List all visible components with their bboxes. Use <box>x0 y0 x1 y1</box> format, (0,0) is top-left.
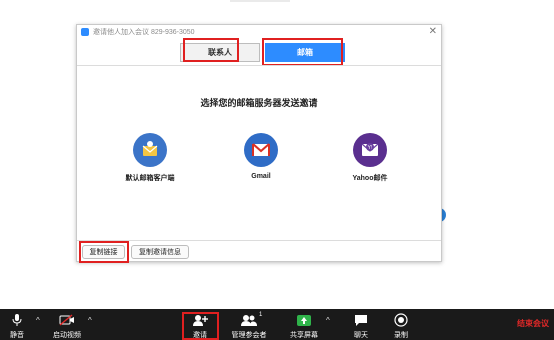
start-video-button[interactable]: 启动视频 <box>47 309 87 340</box>
chat-icon <box>355 314 367 326</box>
record-icon <box>394 313 408 327</box>
dialog-titlebar: 邀请他人加入会议 829-936-3050 ✕ <box>77 25 441 39</box>
svg-text:Y!: Y! <box>368 145 373 151</box>
footer-divider <box>77 240 441 241</box>
invite-dialog: 邀请他人加入会议 829-936-3050 ✕ 联系人 邮箱 选择您的邮箱服务器… <box>76 24 442 263</box>
share-screen-icon <box>297 314 311 326</box>
service-default-mail-label: 默认邮箱客户端 <box>125 175 175 182</box>
share-options-caret[interactable]: ^ <box>326 316 330 325</box>
tab-divider <box>77 65 441 66</box>
highlight-box-copy-link <box>79 241 129 263</box>
highlight-box-contacts <box>183 38 239 62</box>
chat-button[interactable]: 聊天 <box>346 309 376 340</box>
video-off-icon <box>59 314 74 326</box>
background-stripe <box>230 0 290 2</box>
service-default-mail[interactable]: 默认邮箱客户端 <box>110 133 190 183</box>
select-mail-heading: 选择您的邮箱服务器发送邀请 <box>200 98 318 108</box>
share-screen-button[interactable]: 共享屏幕 <box>286 309 322 340</box>
gmail-icon <box>244 133 278 167</box>
mute-options-caret[interactable]: ^ <box>36 316 40 325</box>
highlight-box-email <box>262 38 343 66</box>
zoom-app-icon <box>81 28 89 36</box>
end-meeting-button[interactable]: 结束会议 <box>517 318 549 329</box>
copy-invite-button[interactable]: 复制邀请信息 <box>131 245 189 259</box>
manage-participants-button[interactable]: 管理参会者 <box>228 309 270 340</box>
default-mail-icon <box>133 133 167 167</box>
dialog-title: 邀请他人加入会议 829-936-3050 <box>93 29 195 36</box>
mute-button[interactable]: 静音 <box>2 309 32 340</box>
manage-participants-label: 管理参会者 <box>231 332 267 339</box>
meeting-toolbar: 静音 ^ 启动视频 ^ 邀请 管理参会者 1 共享屏幕 ^ 聊天 录制 结束会议 <box>0 309 554 340</box>
mute-label: 静音 <box>10 332 24 339</box>
close-icon[interactable]: ✕ <box>429 26 437 38</box>
share-screen-label: 共享屏幕 <box>290 332 318 339</box>
chat-label: 聊天 <box>354 332 368 339</box>
participants-icon <box>241 314 257 326</box>
highlight-box-invite <box>182 312 219 340</box>
record-label: 录制 <box>394 332 408 339</box>
service-gmail-label: Gmail <box>251 173 271 180</box>
start-video-label: 启动视频 <box>53 332 81 339</box>
participants-count-badge: 1 <box>259 312 263 318</box>
record-button[interactable]: 录制 <box>386 309 416 340</box>
yahoo-mail-icon: Y! <box>353 133 387 167</box>
service-yahoo-label: Yahoo邮件 <box>352 175 388 182</box>
microphone-icon <box>12 314 22 326</box>
service-yahoo[interactable]: Y! Yahoo邮件 <box>330 133 410 183</box>
video-options-caret[interactable]: ^ <box>88 316 92 325</box>
service-gmail[interactable]: Gmail <box>221 133 301 180</box>
